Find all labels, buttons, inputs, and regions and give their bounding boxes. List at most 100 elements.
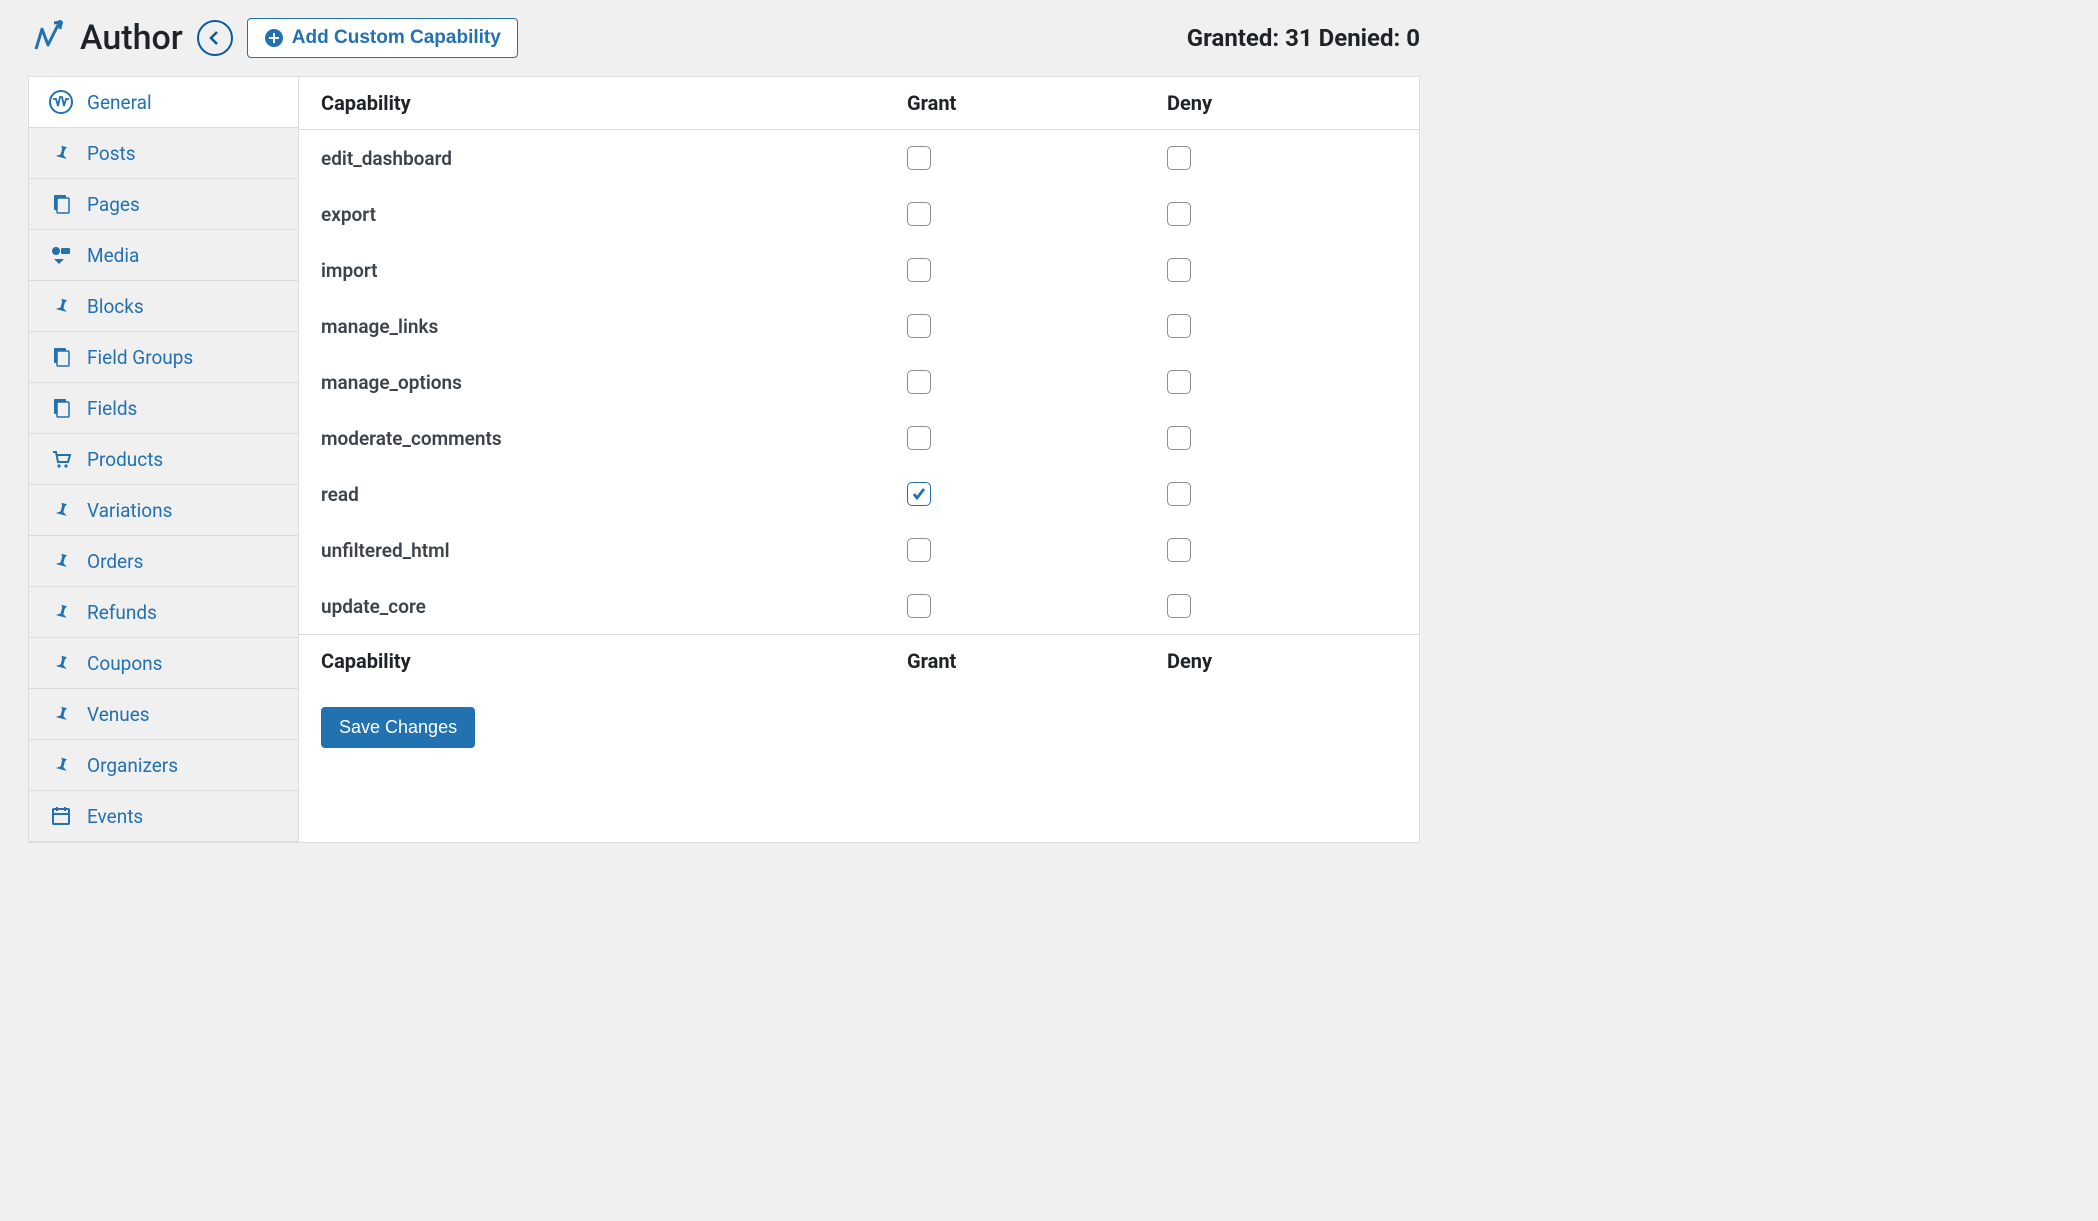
plus-circle-icon (264, 28, 284, 48)
pages-icon (49, 192, 73, 216)
content-area: Capability Grant Deny edit_dashboardexpo… (299, 77, 1419, 842)
sidebar-item-label: Fields (87, 397, 137, 420)
pin-icon (49, 498, 73, 522)
sidebar-item-label: Coupons (87, 652, 162, 675)
capability-row: import (299, 242, 1419, 298)
grant-checkbox[interactable] (907, 426, 931, 450)
col-header-grant: Grant (907, 91, 1167, 115)
wordpress-icon (49, 90, 73, 114)
sidebar-item-label: Orders (87, 550, 143, 573)
deny-checkbox[interactable] (1167, 594, 1191, 618)
capability-row: moderate_comments (299, 410, 1419, 466)
grant-checkbox[interactable] (907, 314, 931, 338)
sidebar-item-venues[interactable]: Venues (29, 689, 298, 740)
deny-checkbox[interactable] (1167, 202, 1191, 226)
sidebar-item-label: Products (87, 448, 163, 471)
cart-icon (49, 447, 73, 471)
col-footer-capability: Capability (321, 649, 907, 673)
sidebar-item-organizers[interactable]: Organizers (29, 740, 298, 791)
grant-checkbox[interactable] (907, 370, 931, 394)
deny-checkbox[interactable] (1167, 538, 1191, 562)
sidebar-item-label: Venues (87, 703, 150, 726)
grant-checkbox[interactable] (907, 258, 931, 282)
sidebar-item-media[interactable]: Media (29, 230, 298, 281)
grant-checkbox[interactable] (907, 202, 931, 226)
deny-checkbox[interactable] (1167, 426, 1191, 450)
sidebar-item-label: Field Groups (87, 346, 193, 369)
deny-checkbox[interactable] (1167, 314, 1191, 338)
capability-row: unfiltered_html (299, 522, 1419, 578)
grant-checkbox[interactable] (907, 538, 931, 562)
capability-name: update_core (321, 595, 907, 618)
page-title: Author (80, 18, 183, 58)
deny-checkbox[interactable] (1167, 146, 1191, 170)
pin-icon (49, 651, 73, 675)
sidebar-item-posts[interactable]: Posts (29, 128, 298, 179)
col-header-capability: Capability (321, 91, 907, 115)
pages-icon (49, 396, 73, 420)
capability-row: edit_dashboard (299, 130, 1419, 186)
capability-row: manage_options (299, 354, 1419, 410)
sidebar-item-coupons[interactable]: Coupons (29, 638, 298, 689)
sidebar-item-events[interactable]: Events (29, 791, 298, 842)
header-stats: Granted: 31 Denied: 0 (1187, 24, 1420, 52)
pin-icon (49, 294, 73, 318)
sidebar-item-label: Variations (87, 499, 172, 522)
page-header: Author Add Custom Capability Granted: 31… (0, 0, 1448, 76)
media-icon (49, 243, 73, 267)
capability-name: unfiltered_html (321, 539, 907, 562)
grant-checkbox[interactable] (907, 146, 931, 170)
capability-name: manage_options (321, 371, 907, 394)
grant-checkbox[interactable] (907, 482, 931, 506)
sidebar-item-label: Pages (87, 193, 140, 216)
add-custom-capability-button[interactable]: Add Custom Capability (247, 18, 518, 58)
capability-name: read (321, 483, 907, 506)
add-button-label: Add Custom Capability (292, 27, 501, 49)
sidebar-item-products[interactable]: Products (29, 434, 298, 485)
capability-row: export (299, 186, 1419, 242)
pin-icon (49, 549, 73, 573)
sidebar-item-field-groups[interactable]: Field Groups (29, 332, 298, 383)
table-header: Capability Grant Deny (299, 77, 1419, 130)
capability-name: moderate_comments (321, 427, 907, 450)
sidebar-item-label: Events (87, 805, 143, 828)
table-footer: Capability Grant Deny (299, 634, 1419, 687)
capability-name: edit_dashboard (321, 147, 907, 170)
calendar-icon (49, 804, 73, 828)
publishpress-icon (28, 19, 66, 57)
sidebar-item-variations[interactable]: Variations (29, 485, 298, 536)
pin-icon (49, 702, 73, 726)
capability-name: import (321, 259, 907, 282)
capability-row: update_core (299, 578, 1419, 634)
sidebar-item-orders[interactable]: Orders (29, 536, 298, 587)
sidebar-item-fields[interactable]: Fields (29, 383, 298, 434)
sidebar-item-label: Blocks (87, 295, 144, 318)
sidebar: General Posts Pages Media Blocks Field Groups… (29, 77, 299, 842)
sidebar-item-label: Media (87, 244, 139, 267)
pin-icon (49, 600, 73, 624)
deny-checkbox[interactable] (1167, 482, 1191, 506)
capability-name: export (321, 203, 907, 226)
save-button[interactable]: Save Changes (321, 707, 475, 748)
back-button[interactable] (197, 20, 233, 56)
deny-checkbox[interactable] (1167, 258, 1191, 282)
capability-name: manage_links (321, 315, 907, 338)
col-header-deny: Deny (1167, 91, 1397, 115)
sidebar-item-general[interactable]: General (29, 77, 298, 128)
pin-icon (49, 141, 73, 165)
col-footer-deny: Deny (1167, 649, 1397, 673)
sidebar-item-label: Posts (87, 142, 136, 165)
sidebar-item-pages[interactable]: Pages (29, 179, 298, 230)
sidebar-item-refunds[interactable]: Refunds (29, 587, 298, 638)
col-footer-grant: Grant (907, 649, 1167, 673)
capability-row: read (299, 466, 1419, 522)
pages-icon (49, 345, 73, 369)
sidebar-item-blocks[interactable]: Blocks (29, 281, 298, 332)
pin-icon (49, 753, 73, 777)
capability-row: manage_links (299, 298, 1419, 354)
sidebar-item-label: Organizers (87, 754, 178, 777)
sidebar-item-label: General (87, 91, 152, 114)
sidebar-item-label: Refunds (87, 601, 157, 624)
grant-checkbox[interactable] (907, 594, 931, 618)
deny-checkbox[interactable] (1167, 370, 1191, 394)
